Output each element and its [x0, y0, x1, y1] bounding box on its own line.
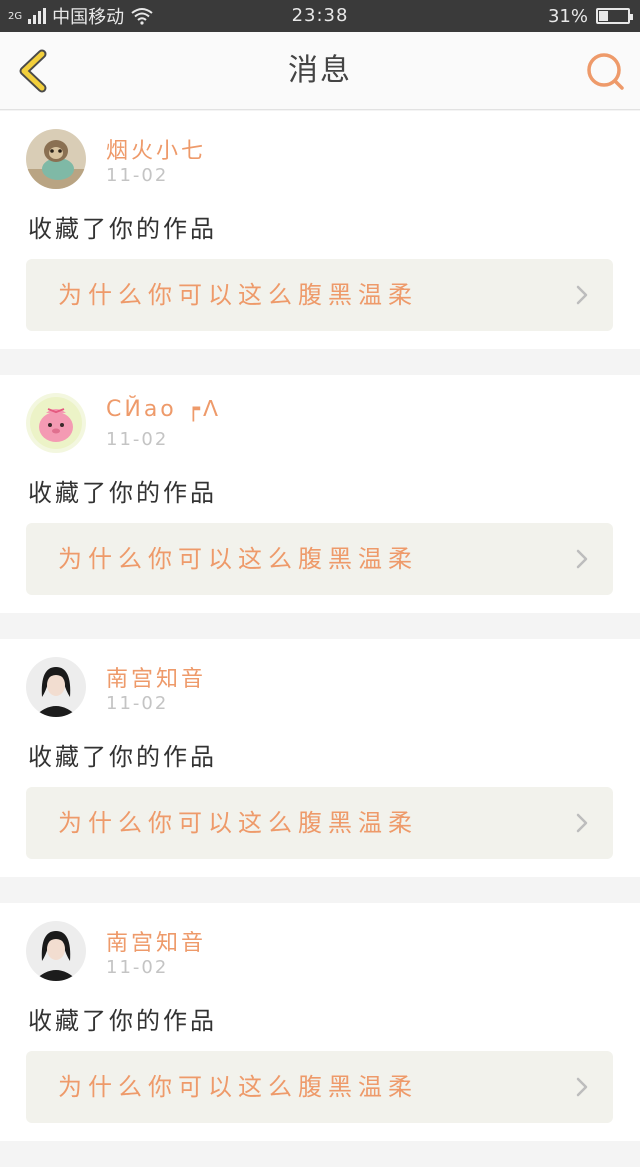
- status-bar: 2G 中国移动 23:38 31%: [0, 0, 640, 32]
- avatar[interactable]: [26, 921, 86, 981]
- user-name[interactable]: 南宫知音: [106, 661, 206, 693]
- chevron-right-icon: [576, 549, 588, 569]
- message-action: 收藏了你的作品: [28, 479, 217, 507]
- avatar[interactable]: [26, 393, 86, 453]
- message-date: 11-02: [106, 165, 169, 186]
- message-action: 收藏了你的作品: [28, 215, 217, 243]
- work-link[interactable]: 为什么你可以这么腹黑温柔: [26, 1051, 613, 1123]
- pink-creature-avatar: [26, 393, 86, 453]
- message-card: 南宫知音 11-02 收藏了你的作品 为什么你可以这么腹黑温柔: [0, 903, 640, 1141]
- message-card: CЙao ┍ᐱ 11-02 收藏了你的作品 为什么你可以这么腹黑温柔: [0, 375, 640, 613]
- message-date: 11-02: [106, 693, 169, 714]
- message-card: 烟火小七 11-02 收藏了你的作品 为什么你可以这么腹黑温柔: [0, 111, 640, 349]
- work-title: 为什么你可以这么腹黑温柔: [58, 809, 418, 837]
- clock: 23:38: [291, 5, 349, 26]
- status-right: 31%: [547, 0, 633, 32]
- battery-icon: [596, 8, 633, 24]
- girl-avatar: [26, 657, 86, 717]
- chevron-right-icon: [576, 813, 588, 833]
- message-card: 南宫知音 11-02 收藏了你的作品 为什么你可以这么腹黑温柔: [0, 639, 640, 877]
- message-date: 11-02: [106, 429, 169, 450]
- message-date: 11-02: [106, 957, 169, 978]
- work-title: 为什么你可以这么腹黑温柔: [58, 545, 418, 573]
- avatar[interactable]: [26, 657, 86, 717]
- page-title: 消息: [288, 53, 352, 88]
- girl-avatar: [26, 921, 86, 981]
- header-bar: 消息: [0, 32, 640, 110]
- message-action: 收藏了你的作品: [28, 1007, 217, 1035]
- chevron-right-icon: [576, 1077, 588, 1097]
- user-name[interactable]: 烟火小七: [106, 133, 206, 165]
- work-title: 为什么你可以这么腹黑温柔: [58, 1073, 418, 1101]
- work-link[interactable]: 为什么你可以这么腹黑温柔: [26, 787, 613, 859]
- search-icon[interactable]: [584, 50, 626, 92]
- user-name[interactable]: CЙao ┍ᐱ: [106, 397, 221, 422]
- message-action: 收藏了你的作品: [28, 743, 217, 771]
- message-list: 烟火小七 11-02 收藏了你的作品 为什么你可以这么腹黑温柔 CЙao ┍ᐱ …: [0, 111, 640, 1167]
- battery-percent: 31%: [547, 5, 588, 27]
- work-link[interactable]: 为什么你可以这么腹黑温柔: [26, 523, 613, 595]
- chevron-right-icon: [576, 285, 588, 305]
- work-title: 为什么你可以这么腹黑温柔: [58, 281, 418, 309]
- avatar[interactable]: [26, 129, 86, 189]
- sloth-avatar: [26, 129, 86, 189]
- work-link[interactable]: 为什么你可以这么腹黑温柔: [26, 259, 613, 331]
- user-name[interactable]: 南宫知音: [106, 925, 206, 957]
